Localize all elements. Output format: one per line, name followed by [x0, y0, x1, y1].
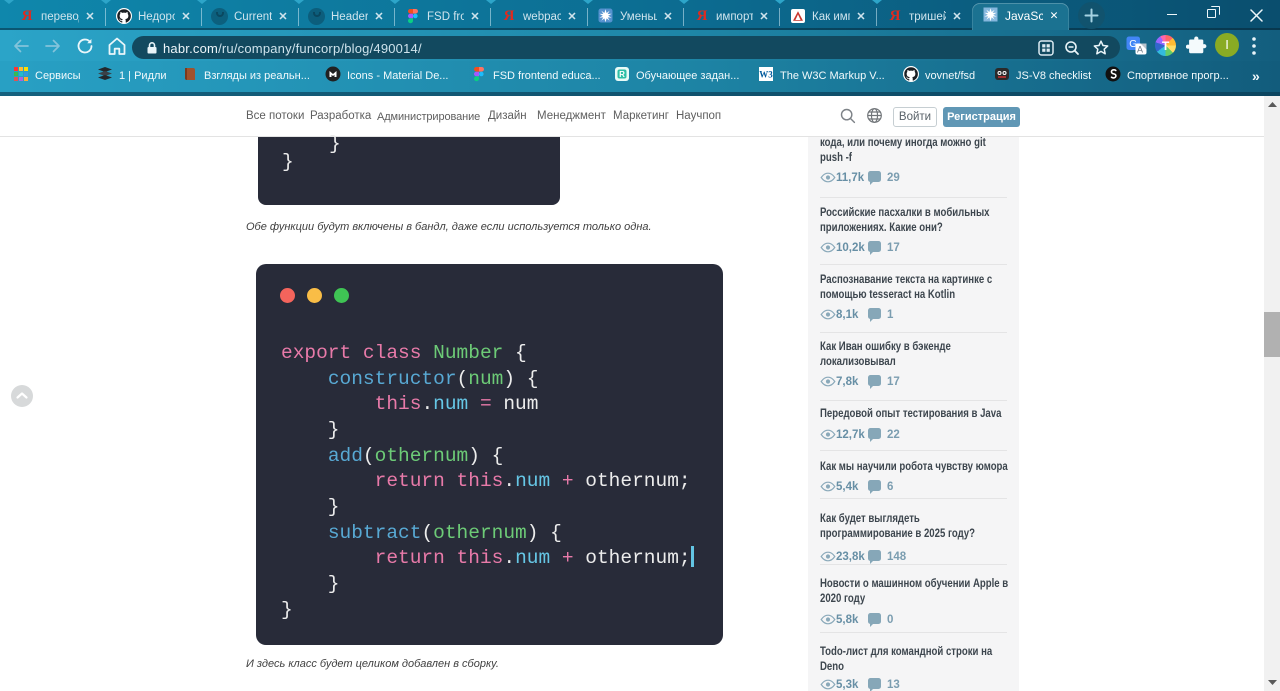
- svg-text:R: R: [619, 70, 625, 79]
- svg-text:W3: W3: [759, 70, 773, 80]
- svg-text:A: A: [1137, 45, 1143, 55]
